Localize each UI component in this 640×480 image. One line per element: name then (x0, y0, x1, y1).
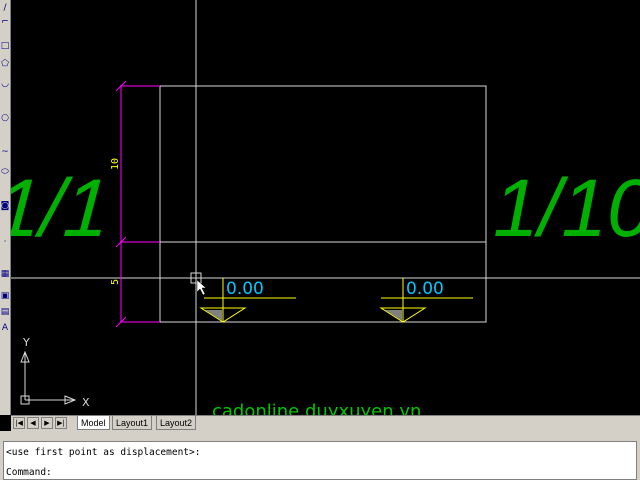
command-window[interactable]: <use first point as displacement>: Comma… (3, 441, 637, 480)
draw-toolbar: / ⌐ □ ⬠ ◡ ○ ~ ⬭ ◙ · ▦ ▣ ▤ A (0, 0, 11, 415)
rectangle-icon[interactable]: □ (0, 40, 10, 52)
drawing-svg: 10 5 1/1 1/10 0.00 0.00 Y X cadonline.du… (11, 0, 640, 415)
ellipse-icon[interactable]: ⬭ (0, 166, 10, 178)
ucs-y-label: Y (22, 336, 30, 349)
point-icon[interactable]: · (0, 236, 10, 248)
dim-text-5: 5 (110, 279, 121, 285)
scale-label-left: 1/1 (11, 163, 113, 254)
circle-icon[interactable]: ○ (0, 112, 10, 124)
next-tab-button[interactable]: ▶ (41, 417, 53, 429)
tab-model[interactable]: Model (77, 416, 110, 430)
vertical-dimension[interactable] (115, 80, 160, 328)
tab-layout2[interactable]: Layout2 (156, 416, 197, 430)
arc-icon[interactable]: ◡ (0, 78, 10, 90)
command-prompt[interactable]: Command: (6, 467, 52, 478)
drawing-canvas[interactable]: 10 5 1/1 1/10 0.00 0.00 Y X cadonline.du… (11, 0, 640, 415)
insert-block-icon[interactable]: ◙ (0, 200, 10, 212)
scale-label-right: 1/10 (493, 163, 640, 254)
spline-icon[interactable]: ~ (0, 146, 10, 158)
elevation-text-right: 0.00 (406, 279, 444, 299)
ucs-icon: Y X (20, 336, 90, 409)
prev-tab-button[interactable]: ◀ (27, 417, 39, 429)
line-icon[interactable]: / (0, 2, 10, 14)
first-tab-button[interactable]: |◀ (13, 417, 25, 429)
elevation-marker-left[interactable]: 0.00 (199, 278, 296, 323)
tab-layout1[interactable]: Layout1 (112, 416, 153, 430)
layout-tab-bar: |◀ ◀ ▶ ▶| Model Layout1 Layout2 (11, 415, 640, 431)
watermark: cadonline.duyxuyen.vn (212, 401, 421, 415)
text-icon[interactable]: A (0, 322, 10, 334)
polygon-icon[interactable]: ⬠ (0, 58, 10, 70)
ucs-x-label: X (82, 396, 90, 409)
polyline-icon[interactable]: ⌐ (0, 16, 10, 28)
last-tab-button[interactable]: ▶| (55, 417, 67, 429)
region-icon[interactable]: ▣ (0, 290, 10, 302)
elevation-text-left: 0.00 (226, 279, 264, 299)
command-area: <use first point as displacement>: Comma… (0, 431, 640, 480)
elevation-marker-right[interactable]: 0.00 (379, 278, 473, 323)
hatch-icon[interactable]: ▦ (0, 268, 10, 280)
command-history-line: <use first point as displacement>: (6, 447, 201, 458)
table-icon[interactable]: ▤ (0, 306, 10, 318)
